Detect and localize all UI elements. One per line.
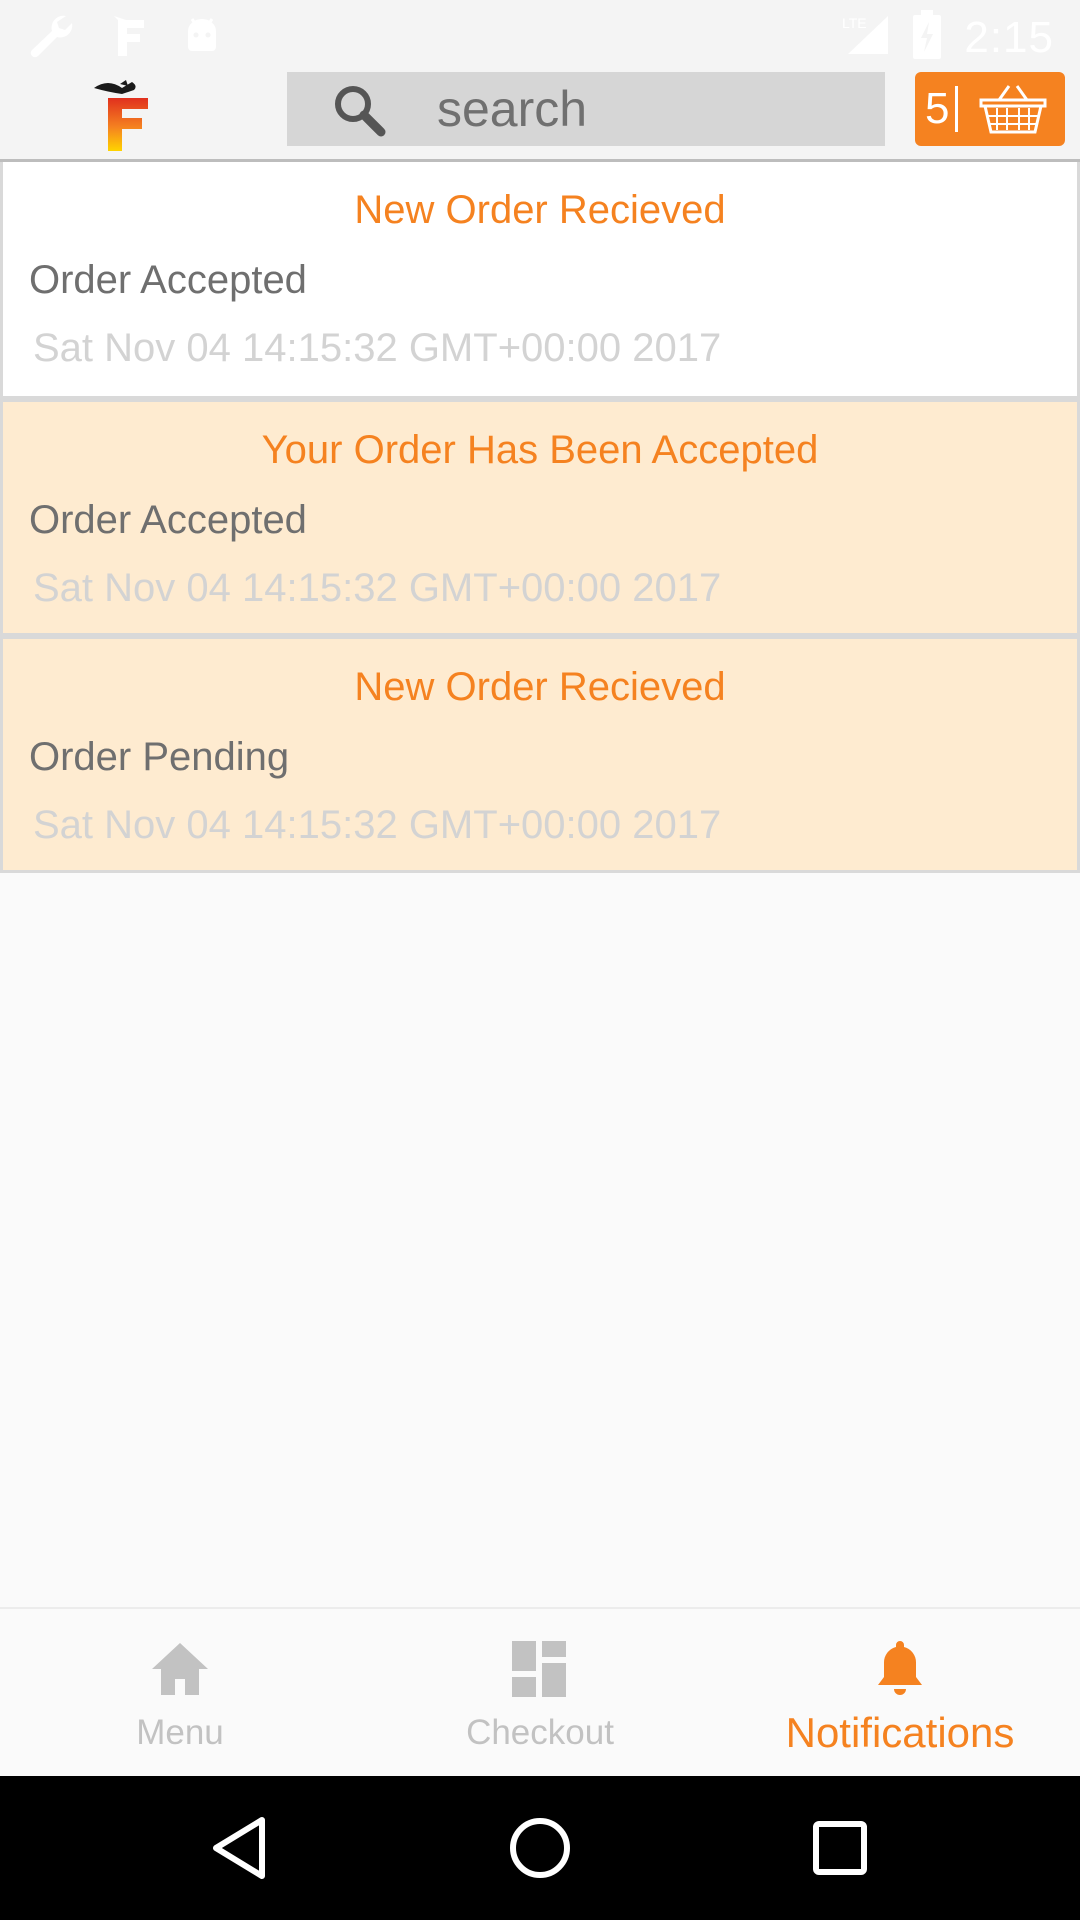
- nav-label-notifications: Notifications: [785, 1709, 1015, 1756]
- notification-title: Your Order Has Been Accepted: [261, 428, 819, 472]
- notification-item[interactable]: New Order Recieved Order Pending Sat Nov…: [0, 636, 1080, 873]
- lte-signal-icon: LTE: [840, 12, 890, 63]
- notification-date: Sat Nov 04 14:15:32 GMT+00:00 2017: [33, 326, 722, 370]
- notification-status: Order Accepted: [29, 258, 307, 302]
- home-icon: [148, 1639, 212, 1699]
- home-circle-icon[interactable]: [504, 1812, 576, 1884]
- cart-divider: [955, 86, 958, 132]
- cart-count: 5: [925, 84, 950, 133]
- nav-item-menu[interactable]: Menu: [0, 1609, 360, 1778]
- notification-list: New Order Recieved Order Accepted Sat No…: [0, 162, 1080, 873]
- nav-label-checkout: Checkout: [466, 1713, 614, 1752]
- battery-charging-icon: [912, 10, 942, 65]
- status-notification-icons: [26, 12, 222, 63]
- nav-label-menu: Menu: [136, 1713, 224, 1752]
- status-system-icons: LTE 2:15: [840, 10, 1054, 65]
- notification-date: Sat Nov 04 14:15:32 GMT+00:00 2017: [33, 566, 722, 610]
- app-logo[interactable]: [90, 78, 166, 154]
- cart-button[interactable]: 5: [915, 72, 1065, 146]
- notification-title: New Order Recieved: [354, 188, 726, 232]
- app-toolbar: 5: [0, 70, 1080, 162]
- status-bar: LTE 2:15: [0, 0, 1080, 70]
- bottom-navigation: Menu Checkout Notifications: [0, 1607, 1080, 1776]
- notification-item[interactable]: New Order Recieved Order Accepted Sat No…: [0, 162, 1080, 399]
- svg-text:LTE: LTE: [842, 15, 867, 31]
- search-input[interactable]: [437, 80, 867, 138]
- notification-status: Order Accepted: [29, 498, 307, 542]
- notification-status: Order Pending: [29, 735, 290, 779]
- search-icon[interactable]: [331, 82, 387, 138]
- system-navigation-bar: [0, 1776, 1080, 1920]
- wrench-icon: [26, 12, 78, 63]
- notification-title: New Order Recieved: [354, 665, 726, 709]
- notification-item[interactable]: Your Order Has Been Accepted Order Accep…: [0, 399, 1080, 636]
- nav-item-checkout[interactable]: Checkout: [360, 1609, 720, 1778]
- recents-icon[interactable]: [804, 1812, 876, 1884]
- dashboard-icon: [508, 1639, 572, 1699]
- nav-item-notifications[interactable]: Notifications: [720, 1609, 1080, 1778]
- android-icon: [182, 15, 222, 60]
- app-f-icon: [108, 12, 152, 63]
- bell-icon: [868, 1639, 932, 1699]
- status-time: 2:15: [964, 12, 1054, 62]
- back-icon[interactable]: [204, 1812, 276, 1884]
- basket-icon: [977, 82, 1049, 136]
- notification-date: Sat Nov 04 14:15:32 GMT+00:00 2017: [33, 803, 722, 847]
- search-bar[interactable]: [287, 72, 885, 146]
